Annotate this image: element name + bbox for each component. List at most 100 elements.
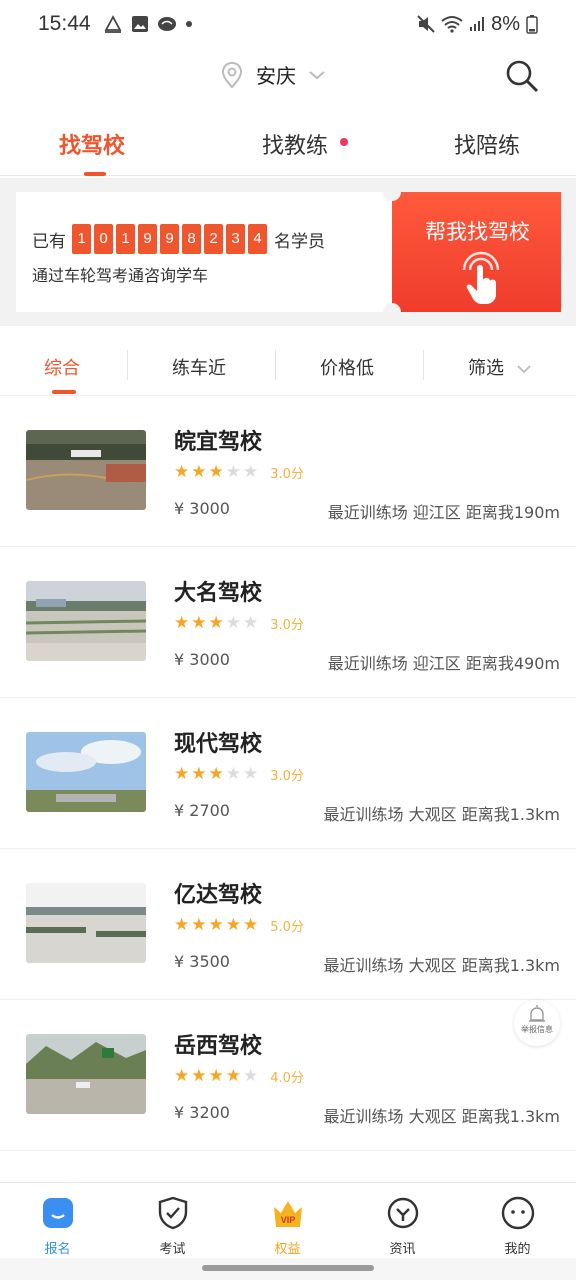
nav-signup[interactable]: 报名 <box>0 1183 115 1259</box>
rating-score: 4.0分 <box>270 1070 304 1086</box>
school-list-item[interactable]: 岳西驾校 ★ ★ ★ ★ ★ 4.0分 ¥ 3200 最近训练场 大观区 距离我1.3k… <box>0 1000 576 1151</box>
count-digit: 0 <box>94 224 113 254</box>
nav-benefits[interactable]: VIP 权益 <box>230 1183 345 1259</box>
signup-icon <box>43 1198 73 1228</box>
count-digit: 4 <box>248 224 267 254</box>
status-notification-icons <box>103 14 193 34</box>
chevron-down-icon <box>517 365 531 374</box>
filter-screen[interactable]: 筛选 <box>468 354 532 380</box>
status-right: 8% <box>417 13 538 36</box>
nav-signup-label: 报名 <box>44 1242 71 1257</box>
wifi-icon <box>441 16 463 33</box>
tab-find-coach[interactable]: 找教练 <box>262 128 328 160</box>
tab-active-indicator <box>84 172 106 176</box>
count-digit: 8 <box>182 224 201 254</box>
promo-banner: 已有 1 0 1 9 9 8 2 3 4 名学员 通过车轮驾考通咨询学车 帮我找… <box>0 178 576 326</box>
bottom-nav: 报名 考试 VIP 权益 资讯 我的 <box>0 1182 576 1258</box>
tab-find-partner[interactable]: 找陪练 <box>454 128 520 160</box>
home-indicator[interactable] <box>202 1265 374 1271</box>
location-pin-icon <box>221 61 243 88</box>
divider <box>127 350 128 380</box>
school-location: 最近训练场 迎江区 距离我490m <box>327 654 560 673</box>
count-digit: 3 <box>226 224 245 254</box>
school-location: 最近训练场 大观区 距离我1.3km <box>323 1107 560 1126</box>
svg-text:VIP: VIP <box>281 1215 296 1225</box>
top-tabs: 找驾校 找教练 找陪练 <box>0 118 576 176</box>
count-digit: 9 <box>138 224 157 254</box>
tap-hand-icon <box>462 251 500 304</box>
filter-price-low[interactable]: 价格低 <box>320 354 374 380</box>
nav-profile[interactable]: 我的 <box>460 1183 575 1259</box>
count-digit: 1 <box>116 224 135 254</box>
star-icon: ★ <box>208 764 224 784</box>
star-icon: ★ <box>208 613 224 633</box>
star-icon: ★ <box>208 462 224 482</box>
star-icon: ★ <box>174 613 190 633</box>
help-find-school-button[interactable]: 帮我找驾校 <box>392 192 561 312</box>
search-icon[interactable] <box>504 58 540 94</box>
notification-app-icon <box>104 15 122 33</box>
school-name: 皖宜驾校 <box>174 430 263 455</box>
nav-exam[interactable]: 考试 <box>115 1183 230 1259</box>
school-location: 最近训练场 大观区 距离我1.3km <box>323 956 560 975</box>
student-count-line: 已有 1 0 1 9 9 8 2 3 4 名学员 <box>32 224 325 254</box>
star-icon: ★ <box>191 764 207 784</box>
school-location: 最近训练场 大观区 距离我1.3km <box>323 805 560 824</box>
count-digit: 9 <box>160 224 179 254</box>
report-info-button[interactable]: 举报信息 <box>514 1000 560 1046</box>
school-location: 最近训练场 迎江区 距离我190m <box>327 503 560 522</box>
mute-icon <box>417 15 435 33</box>
tab-badge-dot <box>340 138 348 146</box>
location-bar: 安庆 <box>0 50 576 102</box>
dot-icon <box>185 21 192 27</box>
nav-exam-label: 考试 <box>159 1242 186 1257</box>
ticket-notch-top <box>383 183 401 201</box>
rating-score: 3.0分 <box>270 617 304 633</box>
ticket-notch-bottom <box>383 303 401 321</box>
report-info-label: 举报信息 <box>521 1025 553 1034</box>
nav-news[interactable]: 资讯 <box>345 1183 460 1259</box>
school-list-item[interactable]: 现代驾校 ★ ★ ★ ★ ★ 3.0分 ¥ 2700 最近训练场 大观区 距离我1.3k… <box>0 698 576 849</box>
filter-comprehensive[interactable]: 综合 <box>44 354 80 380</box>
rating-score: 3.0分 <box>270 768 304 784</box>
school-price: ¥ 3000 <box>174 499 230 518</box>
school-list-item[interactable]: 亿达驾校 ★ ★ ★ ★ ★ 5.0分 ¥ 3500 最近训练场 大观区 距离我1.3k… <box>0 849 576 1000</box>
star-icon: ★ <box>225 1066 241 1086</box>
star-icon: ★ <box>208 915 224 935</box>
star-icon: ★ <box>243 915 259 935</box>
rating: ★ ★ ★ ★ ★ 4.0分 <box>174 1066 304 1086</box>
gallery-icon <box>131 16 148 32</box>
school-name: 岳西驾校 <box>174 1034 263 1059</box>
school-list-item[interactable]: 皖宜驾校 ★ ★ ★ ★ ★ 3.0分 ¥ 3000 最近训练场 迎江区 距离我190m <box>0 396 576 547</box>
city-selector[interactable]: 安庆 <box>220 60 326 89</box>
rating: ★ ★ ★ ★ ★ 3.0分 <box>174 613 304 633</box>
tab-find-school[interactable]: 找驾校 <box>59 128 125 160</box>
help-find-school-label: 帮我找驾校 <box>425 220 530 244</box>
school-list: 皖宜驾校 ★ ★ ★ ★ ★ 3.0分 ¥ 3000 最近训练场 迎江区 距离我190m… <box>0 396 576 1151</box>
star-icon: ★ <box>243 613 259 633</box>
rating: ★ ★ ★ ★ ★ 3.0分 <box>174 764 304 784</box>
vip-crown-icon: VIP <box>274 1201 302 1227</box>
school-price: ¥ 3000 <box>174 650 230 669</box>
filter-screen-label: 筛选 <box>468 358 504 379</box>
chat-bubble-icon <box>157 17 176 31</box>
nav-news-label: 资讯 <box>389 1242 416 1257</box>
school-name: 大名驾校 <box>174 581 263 606</box>
banner-subtitle: 通过车轮驾考通咨询学车 <box>32 266 209 285</box>
star-icon: ★ <box>243 1066 259 1086</box>
divider <box>423 350 424 380</box>
star-icon: ★ <box>225 764 241 784</box>
count-suffix: 名学员 <box>274 231 325 252</box>
school-list-item[interactable]: 大名驾校 ★ ★ ★ ★ ★ 3.0分 ¥ 3000 最近训练场 迎江区 距离我490m <box>0 547 576 698</box>
news-icon <box>387 1197 419 1229</box>
star-icon: ★ <box>243 764 259 784</box>
star-icon: ★ <box>191 1066 207 1086</box>
divider <box>275 350 276 380</box>
rating: ★ ★ ★ ★ ★ 5.0分 <box>174 915 304 935</box>
star-icon: ★ <box>191 613 207 633</box>
alarm-bell-icon <box>529 1005 545 1022</box>
rating-score: 5.0分 <box>270 919 304 935</box>
filter-nearby[interactable]: 练车近 <box>172 354 226 380</box>
star-icon: ★ <box>174 915 190 935</box>
star-icon: ★ <box>208 1066 224 1086</box>
